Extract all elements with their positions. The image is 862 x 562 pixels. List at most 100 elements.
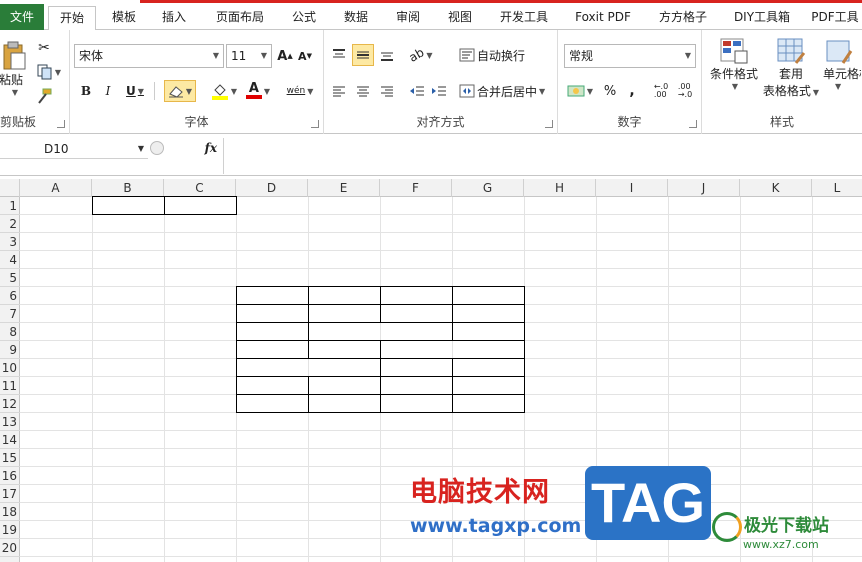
align-top-button[interactable] [328, 44, 350, 66]
format-painter-button[interactable] [34, 86, 54, 106]
row-header[interactable]: 11 [0, 377, 20, 395]
file-tab[interactable]: 文件 [0, 4, 44, 30]
cell-styles-button[interactable]: 单元格样式 ▼ [822, 36, 862, 106]
cell-styles-label: 单元格样式 [823, 67, 861, 81]
column-header[interactable]: H [524, 179, 596, 197]
orientation-button[interactable]: ab ▼ [406, 44, 436, 66]
tab-foxit-pdf[interactable]: Foxit PDF [566, 6, 640, 30]
underline-button[interactable]: U ▼ [120, 80, 150, 102]
row-header[interactable]: 19 [0, 521, 20, 539]
accounting-format-button[interactable]: ▼ [564, 80, 596, 102]
wrap-text-button[interactable]: 自动换行 [458, 44, 536, 66]
row-header[interactable]: 12 [0, 395, 20, 413]
row-header[interactable]: 9 [0, 341, 20, 359]
tab-diy-toolbox[interactable]: DIY工具箱 [724, 6, 800, 30]
row-header[interactable]: 3 [0, 233, 20, 251]
row-header[interactable]: 14 [0, 431, 20, 449]
row-header[interactable]: 4 [0, 251, 20, 269]
font-name-select[interactable]: 宋体 ▼ [74, 44, 224, 68]
tab-page-layout[interactable]: 页面布局 [206, 6, 274, 30]
cell-border [308, 286, 309, 323]
paste-button[interactable]: 粘贴 ▼ [0, 36, 28, 102]
column-header[interactable]: A [20, 179, 92, 197]
copy-icon [37, 64, 52, 80]
increase-decimal-button[interactable]: ←.0.00 [650, 80, 672, 102]
tab-templates[interactable]: 模板 [100, 6, 148, 30]
merge-center-button[interactable]: 合并后居中 ▼ [458, 80, 554, 102]
row-header[interactable]: 20 [0, 539, 20, 557]
align-right-button[interactable] [376, 80, 398, 102]
border-button[interactable]: ▼ [164, 80, 196, 102]
chevron-down-icon: ▼ [731, 82, 739, 91]
conditional-formatting-button[interactable]: 条件格式 ▼ [706, 36, 762, 106]
font-color-swatch [245, 95, 262, 99]
row-header[interactable]: 8 [0, 323, 20, 341]
font-launcher[interactable] [311, 120, 319, 128]
insert-function-button[interactable]: fx [205, 141, 217, 155]
row-header[interactable]: 15 [0, 449, 20, 467]
number-format-select[interactable]: 常规 ▼ [564, 44, 696, 68]
column-header[interactable]: E [308, 179, 380, 197]
clipboard-launcher[interactable] [57, 120, 65, 128]
tab-home[interactable]: 开始 [48, 6, 96, 31]
row-header[interactable]: 2 [0, 215, 20, 233]
column-header[interactable]: D [236, 179, 308, 197]
decrease-decimal-button[interactable]: .00 →.0 [674, 80, 696, 102]
column-header[interactable]: L [812, 179, 862, 197]
tab-fangfang[interactable]: 方方格子 [648, 6, 718, 30]
cancel-circle-icon[interactable] [150, 141, 164, 155]
align-middle-button[interactable] [352, 44, 374, 66]
row-header[interactable]: 17 [0, 485, 20, 503]
alignment-launcher[interactable] [545, 120, 553, 128]
column-header[interactable]: I [596, 179, 668, 197]
tab-pdf-tools[interactable]: PDF工具 [808, 6, 862, 30]
tab-data[interactable]: 数据 [332, 6, 380, 30]
tab-view[interactable]: 视图 [436, 6, 484, 30]
grow-font-button[interactable]: A ▲ [276, 46, 294, 66]
column-header[interactable]: K [740, 179, 812, 197]
row-header[interactable]: 16 [0, 467, 20, 485]
column-header[interactable]: G [452, 179, 524, 197]
tab-insert[interactable]: 插入 [150, 6, 198, 30]
row-header[interactable]: 18 [0, 503, 20, 521]
format-as-table-label-2-wrap: 表格格式 ▼ [762, 84, 820, 98]
phonetic-guide-button[interactable]: wén ▼ [284, 80, 316, 102]
column-header[interactable]: J [668, 179, 740, 197]
copy-button[interactable]: ▼ [34, 62, 64, 82]
format-as-table-button[interactable]: 套用 表格格式 ▼ [760, 36, 822, 106]
tab-formulas[interactable]: 公式 [280, 6, 328, 30]
row-header[interactable]: 13 [0, 413, 20, 431]
bold-button[interactable]: B [76, 80, 96, 102]
increase-decimal-icon: ←.0.00 [653, 82, 669, 99]
number-launcher[interactable] [689, 120, 697, 128]
cut-button[interactable]: ✂ [34, 38, 54, 58]
name-box[interactable]: D10 ▼ [0, 139, 148, 159]
align-left-button[interactable] [328, 80, 350, 102]
column-header[interactable]: C [164, 179, 236, 197]
column-header[interactable]: F [380, 179, 452, 197]
align-bottom-button[interactable] [376, 44, 398, 66]
shrink-font-glyph: A [298, 49, 307, 63]
align-center-button[interactable] [352, 80, 374, 102]
decrease-indent-button[interactable] [406, 80, 428, 102]
tab-developer[interactable]: 开发工具 [490, 6, 558, 30]
percent-button[interactable]: % [600, 80, 620, 102]
formula-input[interactable] [226, 138, 862, 174]
column-header[interactable]: B [92, 179, 164, 197]
row-header[interactable]: 10 [0, 359, 20, 377]
cell-border [380, 376, 381, 413]
font-color-button[interactable]: A ▼ [242, 80, 274, 102]
row-header[interactable]: 5 [0, 269, 20, 287]
row-header[interactable]: 6 [0, 287, 20, 305]
fill-color-button[interactable]: ▼ [208, 80, 240, 102]
row-gridline [20, 466, 862, 467]
increase-indent-button[interactable] [428, 80, 450, 102]
row-header[interactable]: 1 [0, 197, 20, 215]
font-size-select[interactable]: 11 ▼ [226, 44, 272, 68]
shrink-font-button[interactable]: A ▼ [296, 46, 314, 66]
select-all-corner[interactable] [0, 179, 20, 197]
tab-review[interactable]: 审阅 [384, 6, 432, 30]
italic-button[interactable]: I [98, 80, 118, 102]
comma-style-button[interactable]: , [622, 80, 642, 102]
row-header[interactable]: 7 [0, 305, 20, 323]
